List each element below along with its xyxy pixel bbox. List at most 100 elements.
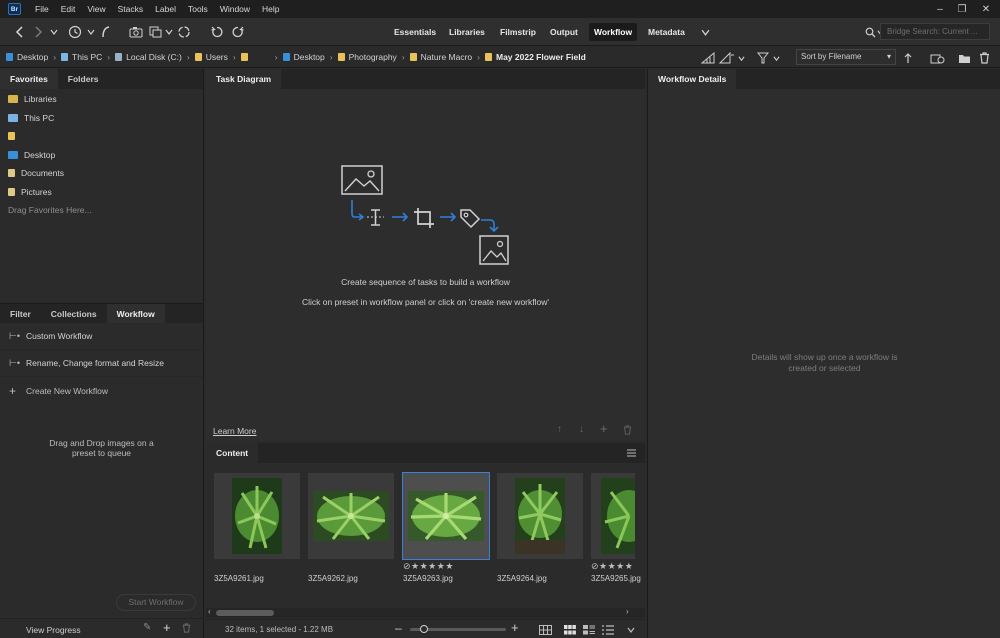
boomerang-icon[interactable] — [98, 24, 114, 40]
crumb-this-pc[interactable]: This PC › — [61, 52, 110, 62]
menu-edit[interactable]: Edit — [61, 4, 76, 14]
more-workspaces-icon[interactable] — [697, 24, 713, 40]
add-task-icon[interactable]: + — [600, 421, 608, 436]
tab-workflow-details[interactable]: Workflow Details — [648, 69, 737, 89]
close-icon[interactable]: ✕ — [974, 0, 998, 18]
thumbnail-card[interactable] — [214, 473, 300, 559]
view-thumbnails-icon[interactable] — [564, 625, 576, 635]
workspace-essentials[interactable]: Essentials — [389, 23, 441, 41]
menu-view[interactable]: View — [87, 4, 105, 14]
favorite-this-pc[interactable]: This PC — [0, 109, 203, 128]
workflow-preset-rename-resize[interactable]: ⊢• Rename, Change format and Resize — [0, 350, 203, 377]
trash-icon[interactable] — [182, 623, 191, 633]
menu-help[interactable]: Help — [262, 4, 279, 14]
photo-thumbnail — [601, 478, 635, 554]
move-up-icon[interactable]: ↑ — [557, 424, 562, 435]
chevron-down-icon[interactable] — [46, 24, 62, 40]
learn-more-link[interactable]: Learn More — [213, 426, 256, 436]
view-grid-lock-icon[interactable] — [539, 625, 552, 635]
rotate-left-icon[interactable] — [209, 24, 225, 40]
start-workflow-button[interactable]: Start Workflow — [116, 594, 196, 611]
chevron-down-icon[interactable] — [768, 50, 784, 66]
crumb-desktop-2[interactable]: Desktop › — [282, 52, 333, 62]
thumbnail-card[interactable] — [497, 473, 583, 559]
forward-icon[interactable] — [30, 24, 46, 40]
thumbnail-card-selected[interactable] — [402, 472, 490, 560]
crumb-nature-macro[interactable]: Nature Macro › — [409, 52, 480, 62]
crumb-photography[interactable]: Photography › — [337, 52, 405, 62]
back-icon[interactable] — [12, 24, 28, 40]
sync-icon[interactable] — [176, 24, 192, 40]
favorite-libraries[interactable]: Libraries — [0, 90, 203, 109]
trash-icon[interactable] — [976, 50, 992, 66]
menu-file[interactable]: File — [35, 4, 49, 14]
crumb-users[interactable]: Users › — [194, 52, 236, 62]
rotate-right-icon[interactable] — [230, 24, 246, 40]
new-folder-icon[interactable] — [956, 50, 972, 66]
workspace-workflow[interactable]: Workflow — [589, 23, 638, 41]
add-icon[interactable]: + — [163, 620, 171, 635]
slider-handle[interactable] — [420, 625, 428, 633]
menu-tools[interactable]: Tools — [188, 4, 208, 14]
menu-label[interactable]: Label — [155, 4, 176, 14]
sort-ascending-icon[interactable] — [900, 50, 916, 66]
horizontal-scrollbar[interactable]: ‹ › — [206, 607, 645, 618]
thumbnail-card[interactable] — [308, 473, 394, 559]
view-progress-link[interactable]: View Progress — [26, 625, 81, 635]
search-input[interactable]: Bridge Search: Current ... — [880, 23, 990, 40]
panel-menu-icon[interactable] — [627, 449, 636, 457]
favorite-pictures[interactable]: Pictures — [0, 183, 203, 202]
rating-stars[interactable]: ⊘★★★★ — [591, 561, 633, 572]
crumb-user[interactable]: › — [240, 52, 278, 62]
workspace-libraries[interactable]: Libraries — [444, 23, 490, 41]
thumbnail-size-slider[interactable] — [410, 625, 506, 633]
tab-filter[interactable]: Filter — [0, 304, 41, 323]
crumb-desktop[interactable]: Desktop › — [6, 52, 56, 62]
tab-collections[interactable]: Collections — [41, 304, 107, 323]
open-recent-icon[interactable] — [930, 50, 946, 66]
chevron-down-icon[interactable] — [161, 24, 177, 40]
crumb-current-folder[interactable]: May 2022 Flower Field — [485, 52, 586, 62]
tab-folders[interactable]: Folders — [58, 69, 109, 89]
recent-icon[interactable] — [67, 24, 83, 40]
create-new-workflow-button[interactable]: + Create New Workflow — [0, 377, 203, 404]
move-down-icon[interactable]: ↓ — [579, 424, 584, 435]
workspace-filmstrip[interactable]: Filmstrip — [495, 23, 541, 41]
view-list-icon[interactable] — [602, 625, 614, 635]
favorite-user-folder[interactable] — [0, 127, 203, 146]
minimize-icon[interactable]: – — [928, 0, 952, 18]
thumbnail-card[interactable] — [591, 473, 635, 559]
workflow-footer: View Progress ✎ + — [0, 618, 203, 638]
restore-icon[interactable]: ❐ — [950, 0, 974, 18]
tab-favorites[interactable]: Favorites — [0, 69, 58, 89]
menu-window[interactable]: Window — [220, 4, 250, 14]
favorite-desktop[interactable]: Desktop — [0, 146, 203, 165]
workspace-metadata[interactable]: Metadata — [643, 23, 690, 41]
scroll-left-icon[interactable]: ‹ — [208, 607, 211, 616]
rating-stars[interactable]: ⊘★★★★★ — [403, 561, 454, 572]
details-empty-hint: Details will show up once a workflow is … — [751, 352, 898, 373]
trash-icon[interactable] — [623, 425, 632, 435]
thumbnail-filename: 3Z5A9265.jpg — [591, 574, 641, 583]
scroll-right-icon[interactable]: › — [626, 607, 629, 616]
zoom-out-icon[interactable]: – — [395, 621, 402, 635]
chevron-down-icon[interactable] — [733, 50, 749, 66]
favorite-documents[interactable]: Documents — [0, 164, 203, 183]
view-details-icon[interactable] — [583, 625, 595, 635]
chevron-down-icon[interactable] — [83, 24, 99, 40]
crumb-local-disk[interactable]: Local Disk (C:) › — [115, 52, 190, 62]
tab-task-diagram[interactable]: Task Diagram — [206, 69, 282, 89]
zoom-in-icon[interactable]: + — [511, 620, 519, 635]
scrollbar-thumb[interactable] — [216, 610, 274, 616]
chevron-down-icon[interactable] — [627, 627, 635, 633]
tab-workflow[interactable]: Workflow — [106, 304, 165, 323]
menu-stacks[interactable]: Stacks — [118, 4, 144, 14]
edit-icon[interactable]: ✎ — [143, 622, 151, 633]
quality-icon[interactable] — [700, 50, 716, 66]
sort-dropdown[interactable]: Sort by Filename ▾ — [796, 49, 896, 65]
workflow-preset-custom[interactable]: ⊢• Custom Workflow — [0, 323, 203, 350]
tab-content[interactable]: Content — [206, 443, 259, 463]
camera-icon[interactable] — [128, 24, 144, 40]
task-diagram-panel: Task Diagram Create sequence of tasks to… — [206, 69, 645, 441]
workspace-output[interactable]: Output — [545, 23, 583, 41]
